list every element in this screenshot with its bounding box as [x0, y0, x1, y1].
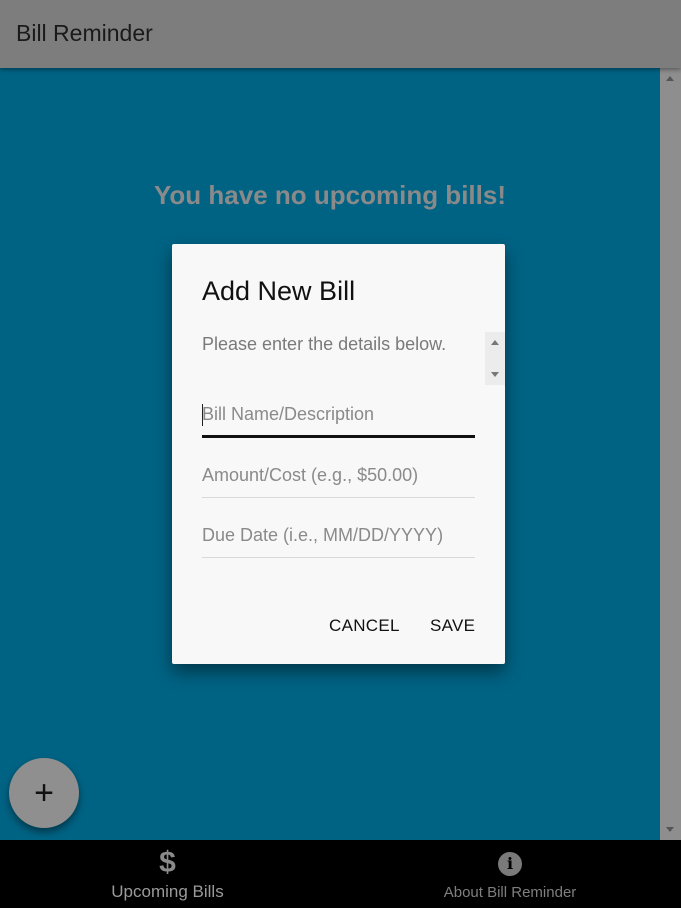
text-caret	[202, 404, 203, 426]
dialog-scrollbar[interactable]	[485, 332, 505, 385]
nav-upcoming-bills[interactable]: $ Upcoming Bills	[90, 840, 245, 908]
bill-name-input[interactable]	[202, 394, 475, 438]
cancel-button[interactable]: CANCEL	[329, 616, 400, 636]
dialog-title: Add New Bill	[202, 276, 356, 306]
nav-upcoming-bills-label: Upcoming Bills	[111, 882, 224, 901]
scroll-up-arrow-icon[interactable]	[666, 76, 674, 81]
dialog-instructions: Please enter the details below.	[202, 334, 447, 354]
add-bill-fab[interactable]: +	[9, 758, 79, 828]
page-scrollbar[interactable]	[660, 68, 681, 840]
info-icon: i	[498, 852, 522, 876]
scroll-down-arrow-icon[interactable]	[666, 827, 674, 832]
due-date-input[interactable]	[202, 514, 475, 558]
app-bar: Bill Reminder	[0, 0, 681, 68]
dialog-scroll-down-icon[interactable]	[491, 372, 499, 377]
nav-about-label: About Bill Reminder	[443, 884, 577, 901]
amount-input[interactable]	[202, 454, 475, 498]
dialog-scroll-up-icon[interactable]	[491, 340, 499, 345]
save-button[interactable]: SAVE	[430, 616, 475, 636]
bottom-navigation: $ Upcoming Bills i About Bill Reminder	[0, 840, 681, 908]
nav-about[interactable]: i About Bill Reminder	[430, 840, 590, 908]
empty-state-message: You have no upcoming bills!	[154, 180, 506, 210]
app-title: Bill Reminder	[16, 20, 153, 46]
plus-icon: +	[34, 774, 54, 812]
add-bill-dialog: Add New Bill Please enter the details be…	[172, 244, 505, 664]
dollar-icon: $	[159, 846, 176, 879]
